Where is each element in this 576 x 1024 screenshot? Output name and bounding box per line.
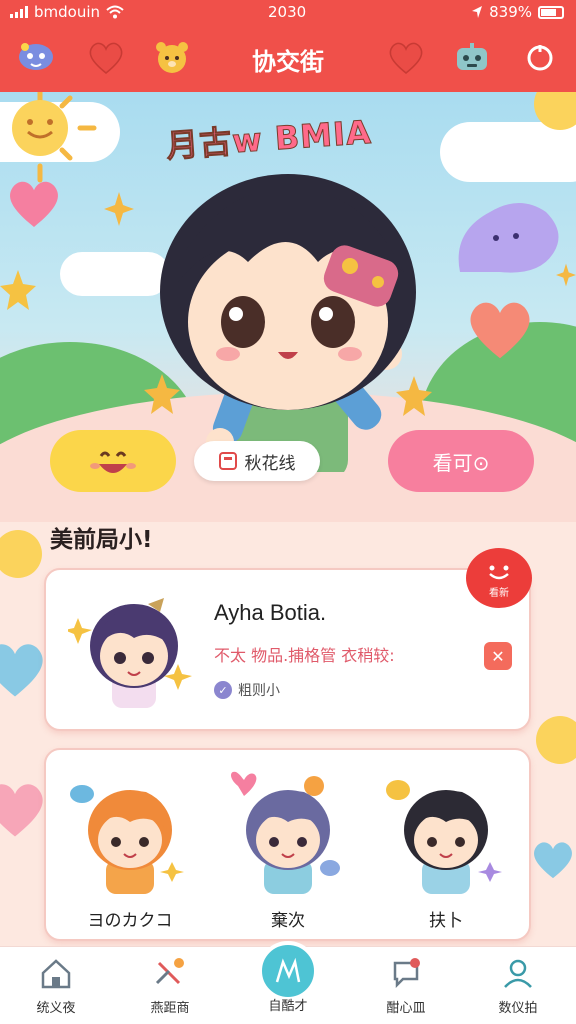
nav-center-button[interactable] (258, 941, 318, 1001)
note-icon (218, 452, 237, 470)
friend-label: ヨのカクコ (87, 911, 173, 931)
friend-avatar (231, 771, 340, 894)
nav-item-profile[interactable]: 数仪拍 (468, 957, 568, 1016)
smiley-icon (489, 565, 509, 580)
hero-banner: 月古w BMIA 秋花线 看可⊙ (0, 92, 576, 522)
sparkle-icon (556, 263, 576, 287)
chat-icon (393, 958, 420, 989)
nav-label: 酣心皿 (386, 1001, 426, 1016)
play-button-label: 看可⊙ (432, 450, 490, 475)
nav-item-create[interactable]: 自酷才 (238, 995, 338, 1014)
smiley-icon (90, 439, 136, 483)
home-icon (41, 959, 71, 989)
nav-item-home[interactable]: 统义夜 (6, 957, 106, 1016)
nav-item-chat[interactable]: 酣心皿 (356, 957, 456, 1016)
friends-card: ヨのカクコ 棄次 扶卜 (44, 748, 531, 941)
app-header: 协交街 (0, 26, 576, 92)
hero-character (160, 174, 416, 472)
badge-label: 看新 (489, 588, 509, 599)
tools-icon (155, 958, 184, 985)
wifi-icon (106, 5, 124, 19)
profile-tags: 不太 物品.捕格管 衣稍较: (214, 646, 395, 665)
location-icon (472, 6, 483, 18)
play-button[interactable]: 看可⊙ (388, 430, 534, 492)
status-time: 2030 (268, 3, 307, 21)
robot-icon[interactable] (452, 38, 492, 78)
create-icon (275, 957, 301, 983)
verified-icon: ✓ (214, 681, 232, 699)
friend-avatar (386, 780, 502, 894)
profile-card[interactable]: Ayha Botia. 不太 物品.捕格管 衣稍较: ✓ 粗则小 ✕ (44, 568, 531, 731)
profile-name: Ayha Botia. (214, 600, 327, 625)
section-title: 美前局小! (50, 527, 153, 553)
battery-icon (538, 5, 564, 19)
profile-meta-text: 粗则小 (238, 683, 280, 699)
battery-percent: 839% (489, 3, 532, 21)
center-action-label: 秋花线 (244, 453, 296, 474)
carrier-name: bmdouin (34, 3, 101, 21)
nav-label: 统义夜 (36, 1001, 76, 1016)
sun-icon (12, 92, 97, 183)
sun-icon (0, 530, 42, 578)
heart-decoration-icon (470, 302, 530, 359)
status-bar: bmdouin 2030 839% (0, 0, 576, 26)
friend-label: 扶卜 (429, 911, 463, 931)
bottom-nav: 统义夜 燕距商 自酷才 酣心皿 数仪拍 (0, 941, 576, 1024)
center-action-button[interactable]: 秋花线 (194, 441, 320, 481)
smile-button[interactable] (50, 430, 176, 492)
heart-decoration-icon (0, 784, 43, 837)
friend-avatar (70, 785, 184, 894)
signal-icon (10, 6, 28, 18)
notification-badge[interactable]: 看新 (466, 548, 532, 608)
nav-label: 自酷才 (268, 999, 308, 1014)
ghost-cloud-icon (458, 203, 559, 273)
sun-icon (534, 92, 576, 130)
friend-item[interactable]: 棄次 (218, 768, 358, 931)
friend-item[interactable]: ヨのカクコ (60, 768, 200, 931)
share-icon[interactable]: ✕ (484, 642, 512, 670)
profile-avatar (68, 598, 192, 708)
heart-decoration-icon (534, 842, 572, 879)
profile-meta: ✓ 粗则小 (214, 680, 280, 700)
star-icon (0, 270, 36, 310)
nav-label: 燕距商 (150, 1001, 190, 1016)
friend-label: 棄次 (271, 911, 305, 931)
profile-icon (504, 959, 532, 988)
heart-decoration-icon (10, 181, 58, 227)
friend-item[interactable]: 扶卜 (376, 768, 516, 931)
nav-label: 数仪拍 (498, 1001, 538, 1016)
sun-icon (536, 716, 576, 764)
nav-item-tools[interactable]: 燕距商 (120, 957, 220, 1016)
heart-decoration-icon (0, 644, 43, 697)
settings-icon[interactable] (520, 38, 560, 78)
favorite-icon[interactable] (386, 38, 426, 78)
